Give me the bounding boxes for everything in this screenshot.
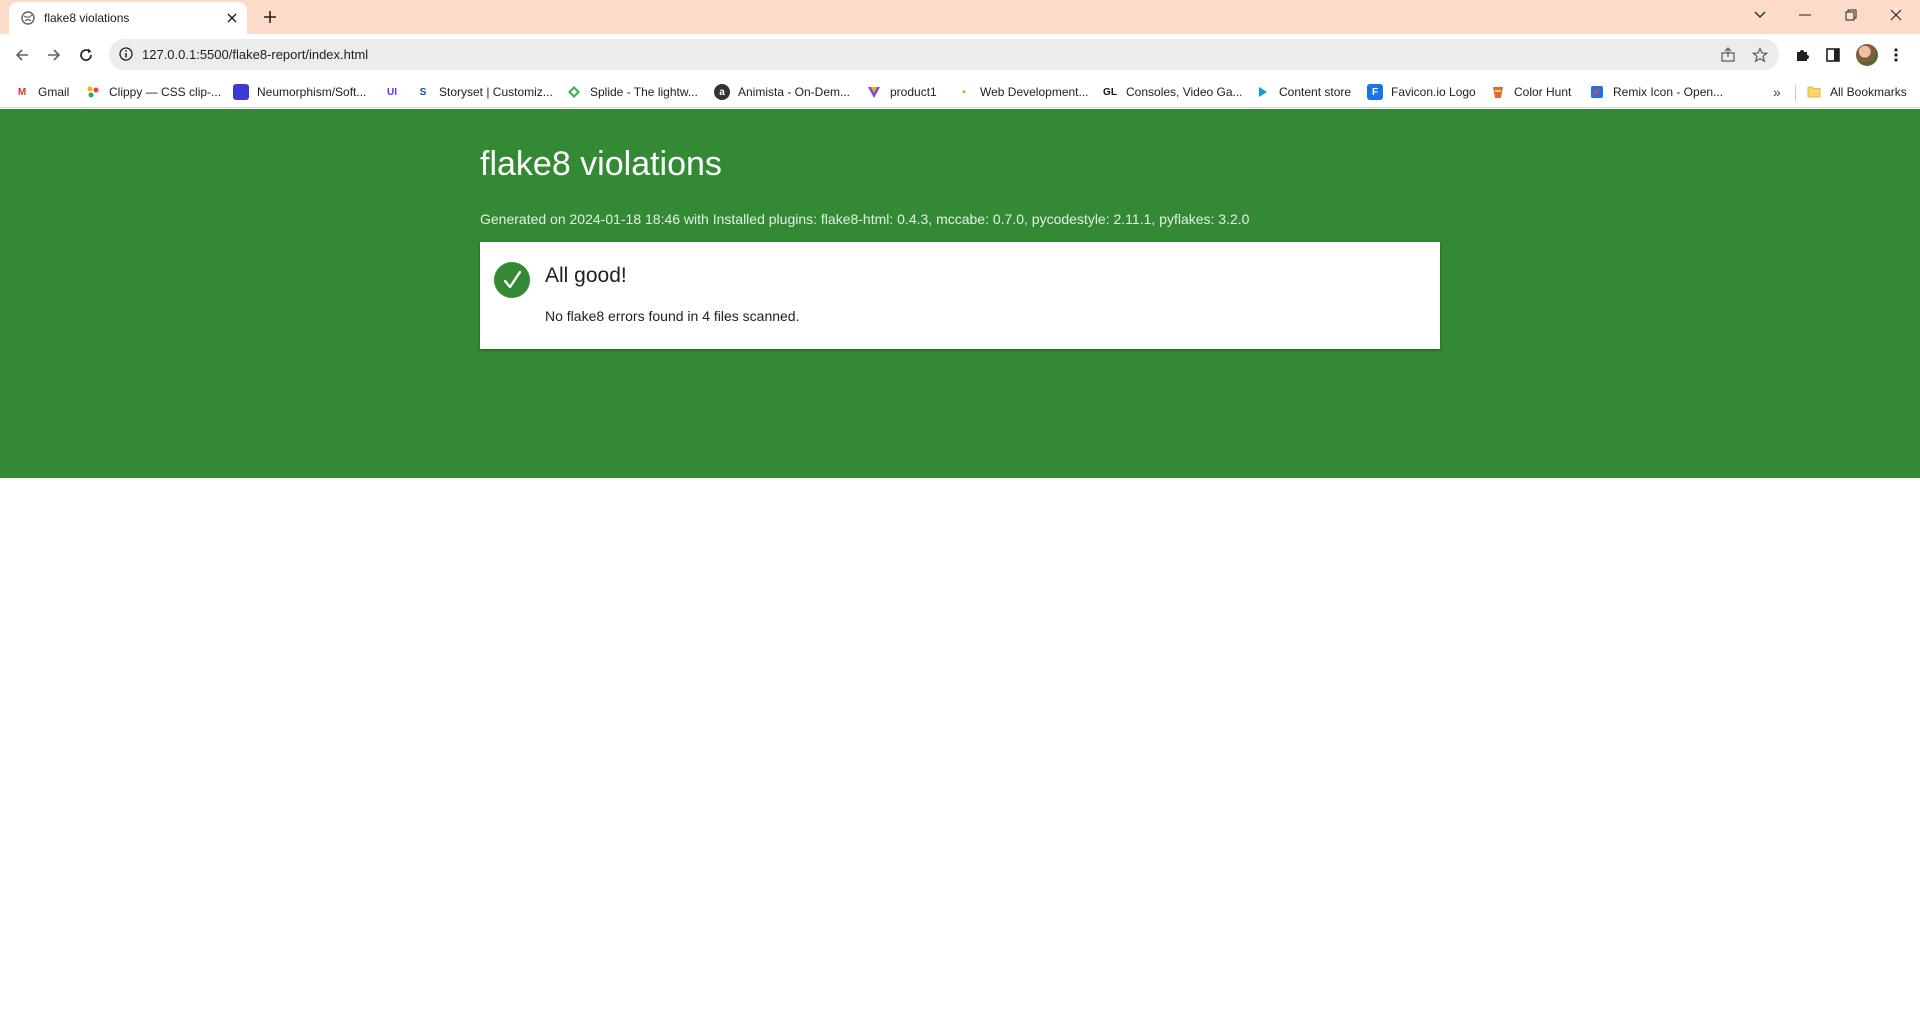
menu-kebab-icon[interactable] [1886, 45, 1906, 65]
bookmark-animista[interactable]: a Animista - On-Dem... [714, 82, 850, 102]
bookmark-clippy[interactable]: Clippy — CSS clip-... [85, 82, 221, 102]
bookmarks-divider [1795, 85, 1796, 101]
bookmarks-bar: M Gmail Clippy — CSS clip-... Neumorphis… [0, 76, 1920, 108]
page-title: flake8 violations [480, 145, 722, 183]
neumorphism-icon [233, 84, 249, 100]
address-url[interactable]: 127.0.0.1:5500/flake8-report/index.html [142, 47, 368, 62]
bookmark-neumorphism[interactable]: Neumorphism/Soft... [233, 82, 366, 102]
clippy-icon [85, 84, 101, 100]
report-header: flake8 violations Generated on 2024-01-1… [0, 109, 1920, 478]
gmail-icon: M [17, 86, 27, 98]
report-subtitle: Generated on 2024-01-18 18:46 with Insta… [480, 211, 1250, 227]
page-content: flake8 violations Generated on 2024-01-1… [0, 109, 1920, 1032]
remix-icon [1589, 84, 1605, 100]
star-icon[interactable] [1751, 46, 1769, 64]
back-icon[interactable] [11, 44, 33, 66]
globe-icon [21, 11, 35, 25]
favicon-io-icon: F [1367, 84, 1383, 100]
bookmark-consoles[interactable]: GL Consoles, Video Ga... [1102, 82, 1242, 102]
tab-title: flake8 violations [44, 11, 130, 25]
browser-toolbar: 127.0.0.1:5500/flake8-report/index.html [0, 34, 1920, 76]
bookmark-storyset[interactable]: S Storyset | Customiz... [415, 82, 553, 102]
extensions-icon[interactable] [1792, 45, 1812, 65]
storyset-icon: S [419, 86, 427, 98]
forward-icon[interactable] [43, 44, 65, 66]
tab-search-icon[interactable] [1748, 5, 1772, 25]
content-store-icon [1255, 84, 1271, 100]
product1-icon [866, 84, 882, 100]
checkmark-icon [494, 262, 530, 298]
address-bar[interactable]: 127.0.0.1:5500/flake8-report/index.html [109, 39, 1779, 70]
bookmark-ui[interactable]: UI [384, 82, 408, 102]
webdev-icon: ▪ [962, 86, 966, 98]
reload-icon[interactable] [75, 44, 97, 66]
bookmark-product1[interactable]: product1 [866, 82, 937, 102]
status-card: All good! No flake8 errors found in 4 fi… [480, 242, 1440, 349]
all-bookmarks-button[interactable]: All Bookmarks [1806, 82, 1907, 102]
share-icon[interactable] [1719, 46, 1737, 64]
bookmark-color-hunt[interactable]: Color Hunt [1490, 82, 1571, 102]
browser-tab[interactable]: flake8 violations [9, 2, 247, 34]
side-panel-icon[interactable] [1823, 45, 1843, 65]
animista-icon: a [714, 84, 730, 100]
minimize-icon[interactable] [1793, 5, 1817, 25]
splide-icon [566, 84, 582, 100]
new-tab-button[interactable] [260, 7, 280, 27]
tab-strip: flake8 violations [0, 0, 1920, 34]
status-title: All good! [545, 264, 627, 287]
folder-icon [1806, 84, 1822, 100]
bookmark-content-store[interactable]: Content store [1255, 82, 1351, 102]
bookmark-remix-icon[interactable]: Remix Icon - Open... [1589, 82, 1723, 102]
close-window-icon[interactable] [1884, 5, 1908, 25]
color-hunt-icon [1490, 84, 1506, 100]
status-text: No flake8 errors found in 4 files scanne… [545, 308, 800, 324]
profile-avatar[interactable] [1856, 44, 1878, 66]
close-icon[interactable] [224, 10, 240, 26]
site-info-icon[interactable] [118, 46, 134, 62]
consoles-icon: GL [1103, 86, 1117, 98]
bookmark-webdev[interactable]: ▪ Web Development... [956, 82, 1088, 102]
more-bookmarks-icon[interactable]: » [1773, 84, 1781, 100]
bookmark-gmail[interactable]: M Gmail [14, 82, 70, 102]
bookmark-favicon-io[interactable]: F Favicon.io Logo [1367, 82, 1476, 102]
ui-icon: UI [387, 86, 397, 98]
bookmark-splide[interactable]: Splide - The lightw... [566, 82, 698, 102]
restore-icon[interactable] [1839, 5, 1863, 25]
